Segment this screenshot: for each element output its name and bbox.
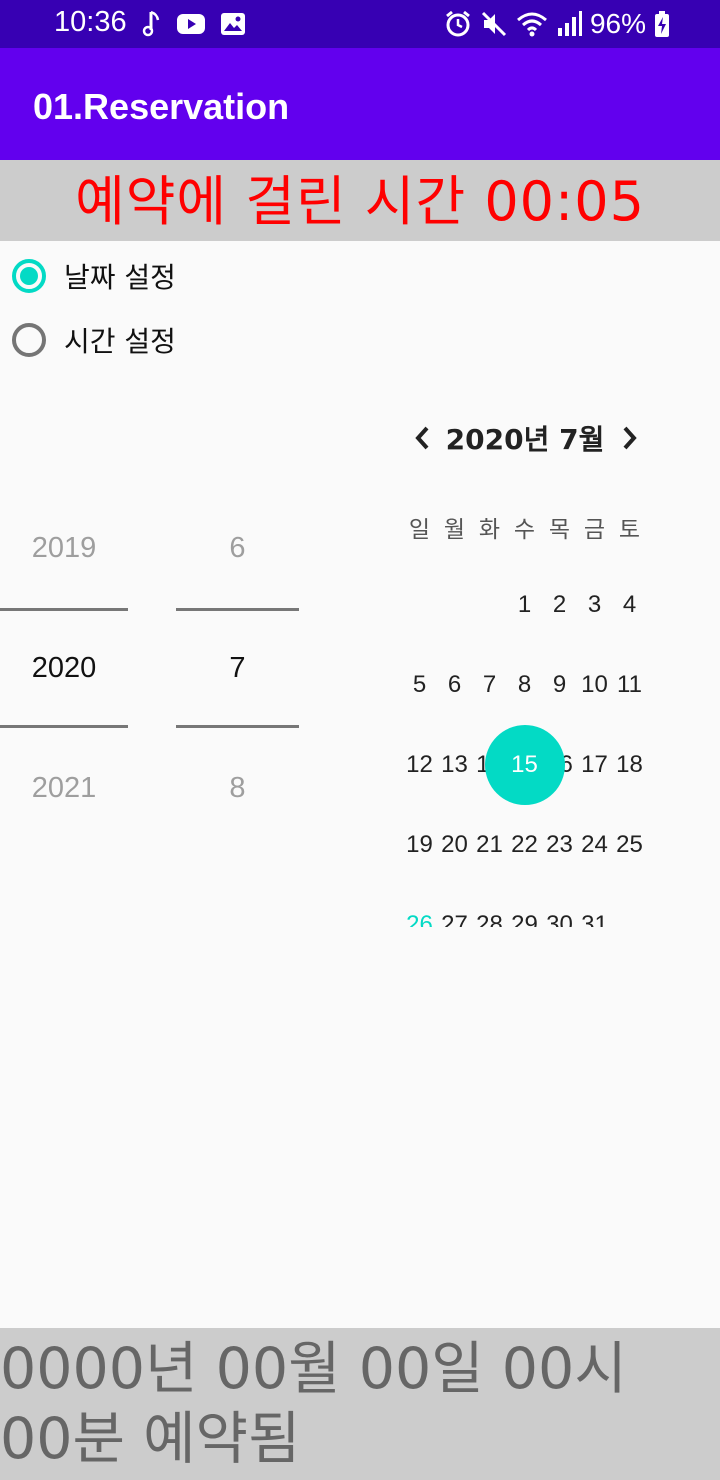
calendar-day[interactable]: 1 — [507, 565, 542, 645]
calendar-day[interactable]: 29 — [507, 885, 542, 927]
calendar-day[interactable]: 2 — [542, 565, 577, 645]
calendar-day-empty — [472, 565, 507, 645]
calendar-day[interactable]: 17 — [577, 725, 612, 805]
calendar-week-row: 12 13 14 15 16 17 18 — [402, 725, 648, 805]
calendar-week-row: 19 20 21 22 23 24 25 — [402, 805, 648, 885]
calendar-header: 2020년 7월 — [402, 416, 648, 460]
elapsed-time-banner: 예약에 걸린 시간 00:05 — [0, 160, 720, 241]
calendar-week-row: 1234 — [402, 565, 648, 645]
radio-date-setting[interactable]: 날짜 설정 — [12, 252, 176, 300]
calendar-day[interactable]: 11 — [612, 645, 647, 725]
calendar-month-title: 2020년 7월 — [445, 423, 605, 456]
calendar-day[interactable]: 13 — [437, 725, 472, 805]
alarm-icon — [446, 10, 470, 37]
radio-time-label: 시간 설정 — [64, 325, 176, 358]
calendar-day[interactable]: 23 — [542, 805, 577, 885]
month-picker-selected[interactable]: 7 — [176, 608, 299, 728]
calendar-day[interactable]: 3 — [577, 565, 612, 645]
calendar-weekday: 화 — [478, 517, 501, 543]
calendar-weekday-row: 일월화수목금토 — [402, 510, 648, 544]
calendar-day[interactable]: 19 — [402, 805, 437, 885]
calendar-day-empty — [402, 565, 437, 645]
month-picker-prev[interactable]: 6 — [176, 488, 299, 608]
calendar-day[interactable]: 26 — [402, 885, 437, 927]
calendar-day[interactable]: 4 — [612, 565, 647, 645]
calendar-day[interactable]: 30 — [542, 885, 577, 927]
calendar-weekday: 월 — [443, 517, 466, 543]
youtube-icon — [177, 14, 205, 34]
year-picker-prev[interactable]: 2019 — [0, 488, 128, 608]
radio-checked-icon[interactable] — [12, 259, 46, 293]
radio-time-setting[interactable]: 시간 설정 — [12, 316, 176, 364]
result-line-2: 00분 예약됨 — [0, 1406, 301, 1472]
calendar-day[interactable]: 5 — [402, 645, 437, 725]
signal-icon — [557, 11, 582, 36]
calendar-weekday: 수 — [513, 517, 536, 543]
calendar-day-empty — [437, 565, 472, 645]
calendar-day[interactable]: 28 — [472, 885, 507, 927]
year-picker-next[interactable]: 2021 — [0, 728, 128, 848]
battery-charging-icon — [655, 11, 669, 37]
result-line-1: 0000년 00월 00일 00시 — [0, 1336, 627, 1402]
calendar-day[interactable]: 18 — [612, 725, 647, 805]
mute-icon — [481, 11, 507, 37]
calendar-day[interactable]: 21 — [472, 805, 507, 885]
calendar-day[interactable]: 7 — [472, 645, 507, 725]
calendar-week-row: 5 6 7 8 9 10 11 — [402, 645, 648, 725]
calendar-day[interactable]: 8 — [507, 645, 542, 725]
calendar-weekday: 일 — [408, 517, 431, 543]
image-icon — [221, 13, 245, 35]
music-note-icon — [142, 10, 160, 37]
radio-date-label: 날짜 설정 — [64, 261, 176, 294]
calendar-weekday: 목 — [548, 517, 571, 543]
year-picker[interactable]: 2019 2020 2021 — [0, 488, 128, 848]
calendar-day[interactable]: 9 — [542, 645, 577, 725]
radio-unchecked-icon[interactable] — [12, 323, 46, 357]
mode-radio-group: 날짜 설정 시간 설정 — [12, 252, 176, 380]
calendar-weekday: 토 — [618, 517, 641, 543]
app-bar: 01.Reservation — [0, 48, 720, 160]
month-picker-next[interactable]: 8 — [176, 728, 299, 848]
status-time: 10:36 — [54, 6, 127, 38]
calendar-day[interactable]: 20 — [437, 805, 472, 885]
calendar-day[interactable]: 31 — [577, 885, 612, 927]
calendar-week-row: 26 27 28 29 30 31 — [402, 885, 648, 927]
calendar-day[interactable]: 12 — [402, 725, 437, 805]
month-picker[interactable]: 6 7 8 — [176, 488, 299, 848]
year-picker-selected[interactable]: 2020 — [0, 608, 128, 728]
app-title: 01.Reservation — [33, 86, 290, 127]
calendar-day[interactable]: 22 — [507, 805, 542, 885]
calendar-day[interactable]: 27 — [437, 885, 472, 927]
calendar-day[interactable]: 24 — [577, 805, 612, 885]
wifi-icon — [516, 12, 547, 37]
battery-percent: 96% — [589, 8, 646, 39]
reservation-result: 0000년 00월 00일 00시 00분 예약됨 — [0, 1328, 720, 1480]
calendar-day-selected[interactable]: 15 — [484, 725, 565, 805]
calendar-weekday: 금 — [583, 517, 606, 543]
calendar-day[interactable]: 6 — [437, 645, 472, 725]
calendar-day-grid: 1 2 3 4 5 6 7 8 9 10 11 12 13 14 15 16 17 18 19 20 21 22 23 24 2… — [402, 565, 648, 927]
calendar-day[interactable]: 25 — [612, 805, 647, 885]
status-bar: 10:36 96% — [0, 0, 720, 48]
chevron-right-icon[interactable] — [616, 420, 644, 456]
calendar-day[interactable]: 10 — [577, 645, 612, 725]
calendar-day-empty — [612, 885, 647, 927]
